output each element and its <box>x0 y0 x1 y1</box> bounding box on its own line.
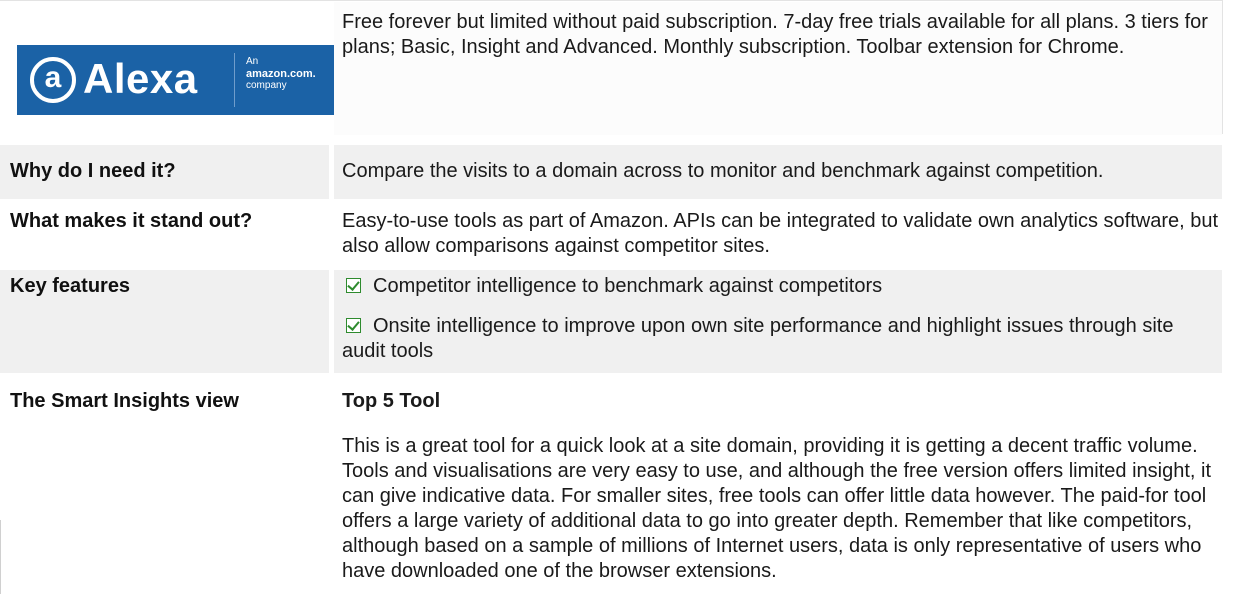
divider <box>0 520 1 594</box>
row-value-cell: Top 5 Tool This is a great tool for a qu… <box>334 381 1222 594</box>
feature-item: Onsite intelligence to improve upon own … <box>342 315 1174 362</box>
row-value-cell: Compare the visits to a domain across to… <box>334 145 1222 199</box>
table-row: What makes it stand out? Easy-to-use too… <box>0 206 1222 264</box>
alexa-logo: a Alexa An amazon.com. company <box>17 45 336 115</box>
tool-profile-table: a Alexa An amazon.com. company Free fore… <box>0 0 1235 594</box>
logo-cell: a Alexa An amazon.com. company <box>0 2 336 135</box>
table-row: Key features Competitor intelligence to … <box>0 270 1222 373</box>
checkbox-checked-icon <box>346 318 361 333</box>
amazon-company-mark: An amazon.com. company <box>246 56 316 91</box>
tool-description: Free forever but limited without paid su… <box>342 11 1208 58</box>
row-value-cell: Easy-to-use tools as part of Amazon. API… <box>334 206 1222 264</box>
row-label-cell: The Smart Insights view <box>0 381 329 594</box>
table-row: The Smart Insights view Top 5 Tool This … <box>0 381 1222 594</box>
row-value-cell: Competitor intelligence to benchmark aga… <box>334 270 1222 373</box>
verdict-text: This is a great tool for a quick look at… <box>342 435 1211 582</box>
table-row: Why do I need it? Compare the visits to … <box>0 145 1222 199</box>
description-cell: Free forever but limited without paid su… <box>334 2 1222 135</box>
row-label: Key features <box>10 275 131 297</box>
logo-divider <box>234 53 235 107</box>
alexa-a-icon: a <box>30 57 76 103</box>
row-label: Why do I need it? <box>10 160 176 182</box>
row-text: Easy-to-use tools as part of Amazon. API… <box>342 210 1219 257</box>
row-label: What makes it stand out? <box>10 210 253 232</box>
row-text: Compare the visits to a domain across to… <box>342 160 1104 182</box>
row-label: The Smart Insights view <box>10 390 239 412</box>
row-label-cell: Why do I need it? <box>0 145 329 199</box>
header-row: a Alexa An amazon.com. company Free fore… <box>0 0 1222 135</box>
divider <box>1222 0 1223 134</box>
logo-wordmark: Alexa <box>83 55 198 102</box>
verdict-heading: Top 5 Tool <box>342 390 441 412</box>
checkbox-checked-icon <box>346 278 361 293</box>
row-label-cell: What makes it stand out? <box>0 206 329 264</box>
row-label-cell: Key features <box>0 270 329 373</box>
feature-item: Competitor intelligence to benchmark aga… <box>342 274 1222 299</box>
